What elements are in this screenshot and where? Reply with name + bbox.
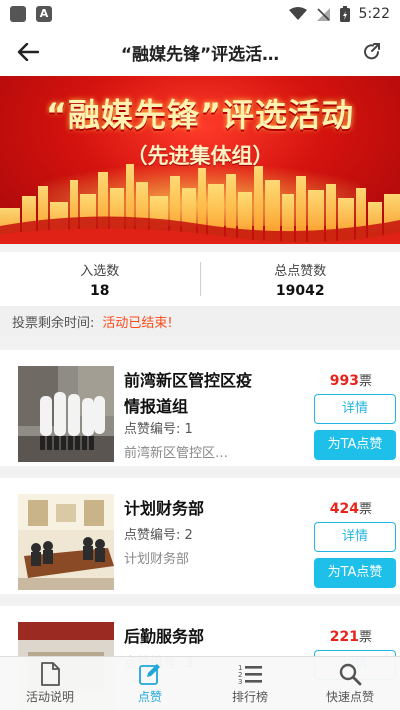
edit-icon — [139, 664, 160, 685]
page-title: “融媒先锋”评选活… — [120, 44, 280, 65]
vote-unit: 票 — [358, 374, 372, 389]
vote-count: 993票 — [330, 370, 372, 389]
stat-value: 18 — [90, 283, 110, 299]
countdown-value: 活动已结束! — [102, 315, 173, 331]
arrow-left-icon — [17, 43, 39, 61]
svg-text:3: 3 — [238, 678, 242, 686]
banner-subtitle: （先进集体组） — [126, 144, 274, 168]
share-button[interactable] — [344, 28, 400, 76]
entry-title[interactable]: 计划财务部 — [124, 496, 264, 522]
stat-label: 入选数 — [80, 264, 120, 279]
tab-label: 活动说明 — [25, 690, 74, 704]
vote-button[interactable]: 为TA点赞 — [314, 558, 396, 588]
vote-count: 221票 — [330, 626, 372, 645]
vote-countdown: 投票剩余时间: 活动已结束! — [0, 306, 400, 336]
entry-subtitle: 计划财务部 — [124, 552, 190, 567]
vote-unit: 票 — [358, 630, 372, 645]
detail-button[interactable]: 详情 — [314, 522, 396, 552]
detail-button[interactable]: 详情 — [314, 394, 396, 424]
no-signal-icon — [316, 7, 330, 21]
stats-panel: 入选数 18 总点赞数 19042 — [0, 252, 400, 306]
vote-unit: 票 — [358, 502, 372, 517]
tab-quick-like[interactable]: 快速点赞 — [300, 657, 400, 710]
entry-photo[interactable] — [18, 366, 114, 462]
battery-icon — [339, 6, 350, 22]
entry-code: 点赞编号: 2 — [124, 528, 193, 543]
list-item[interactable]: 前湾新区管控区疫情报道组 点赞编号: 1 前湾新区管控区… 993票 详情 为T… — [0, 350, 400, 466]
stat-entries: 入选数 18 — [0, 252, 200, 306]
entry-code: 点赞编号: 1 — [124, 422, 193, 437]
entry-photo[interactable] — [18, 494, 114, 590]
back-button[interactable] — [0, 28, 56, 76]
stat-total-likes: 总点赞数 19042 — [201, 252, 400, 306]
entry-title[interactable]: 前湾新区管控区疫情报道组 — [124, 368, 264, 420]
entry-title[interactable]: 后勤服务部 — [124, 624, 264, 650]
notification-app-icon — [10, 6, 26, 22]
tab-activity-info[interactable]: 活动说明 — [0, 657, 100, 710]
banner-title: “融媒先锋”评选活动 — [45, 96, 355, 134]
vote-number: 993 — [329, 373, 359, 389]
stat-label: 总点赞数 — [274, 264, 327, 279]
list-item[interactable]: 计划财务部 点赞编号: 2 计划财务部 424票 详情 为TA点赞 — [0, 478, 400, 594]
status-bar: A 5:22 — [0, 0, 400, 28]
countdown-label: 投票剩余时间: — [12, 315, 95, 331]
bottom-tab-bar: 活动说明 点赞 1 2 3 排行榜 快速点赞 — [0, 656, 400, 710]
search-icon — [339, 663, 362, 686]
clock: 5:22 — [358, 6, 390, 22]
vote-count: 424票 — [330, 498, 372, 517]
nav-bar: “融媒先锋”评选活… — [0, 28, 400, 76]
tab-label: 点赞 — [137, 690, 162, 704]
tab-ranking[interactable]: 1 2 3 排行榜 — [200, 657, 300, 710]
entry-subtitle: 前湾新区管控区… — [124, 446, 229, 461]
tab-label: 快速点赞 — [325, 690, 374, 704]
vote-button[interactable]: 为TA点赞 — [314, 430, 396, 460]
event-banner: “融媒先锋”评选活动 （先进集体组） — [0, 76, 400, 244]
tab-label: 排行榜 — [231, 690, 268, 704]
document-icon — [41, 662, 60, 686]
ranking-list-icon: 1 2 3 — [238, 664, 262, 686]
share-icon — [364, 43, 380, 60]
wifi-icon — [288, 7, 307, 20]
accessibility-a-icon: A — [36, 6, 52, 22]
tab-like[interactable]: 点赞 — [100, 657, 200, 710]
vote-number: 221 — [329, 629, 359, 645]
vote-number: 424 — [329, 501, 359, 517]
stat-value: 19042 — [275, 283, 325, 299]
